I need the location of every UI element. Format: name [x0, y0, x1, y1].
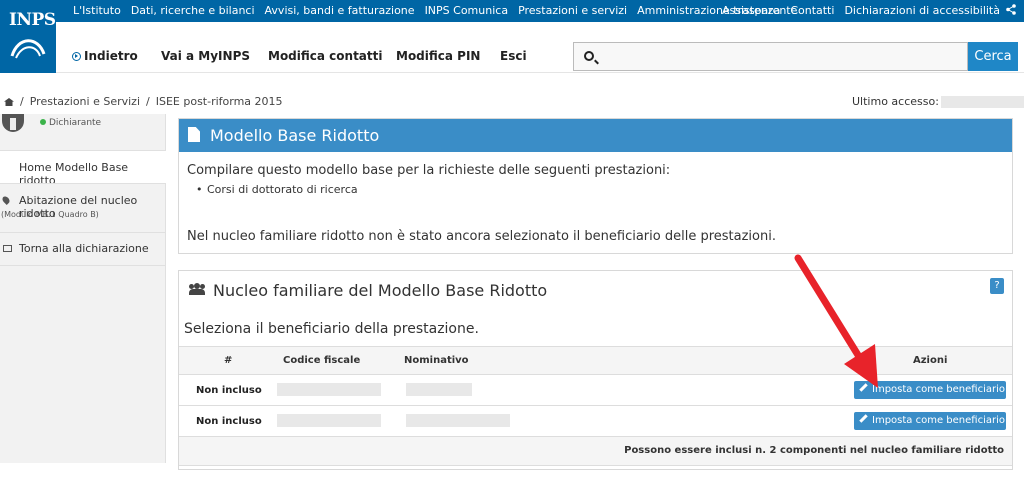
footnote-text: Possono essere inclusi n. 2 componenti n…: [624, 445, 1004, 456]
users-icon: [189, 283, 205, 295]
sidebar-item-sublabel: (Modulo MB.1 Quadro B): [1, 210, 99, 219]
panel-title: Modello Base Ridotto: [210, 126, 380, 145]
column-header: Codice fiscale: [283, 355, 361, 366]
panel-header: Modello Base Ridotto: [179, 119, 1012, 152]
breadcrumb-prestazioni[interactable]: Prestazioni e Servizi: [30, 95, 140, 108]
sidebar-item-label: Torna alla dichiarazione: [19, 242, 149, 255]
table-header: # Codice fiscale Nominativo Azioni: [179, 346, 1012, 375]
toplink-prestazioni[interactable]: Prestazioni e servizi: [518, 4, 627, 17]
logo-text: INPS: [9, 10, 56, 30]
table-row: Non incluso Imposta come beneficiario: [179, 375, 1012, 406]
nav-myinps-link[interactable]: Vai a MyINPS: [161, 49, 250, 63]
search-input[interactable]: [602, 47, 957, 66]
nav-exit-link[interactable]: Esci: [500, 49, 527, 63]
search-icon: [584, 51, 594, 61]
back-circle-icon: [72, 52, 81, 61]
column-header: #: [224, 355, 233, 366]
beneficiary-note: Nel nucleo familiare ridotto non è stato…: [187, 229, 776, 244]
nav-back-label: Indietro: [84, 49, 138, 63]
nav-pin-link[interactable]: Modifica PIN: [396, 49, 480, 63]
toplink-comunica[interactable]: INPS Comunica: [425, 4, 509, 17]
table-row: Non incluso Imposta come beneficiario: [179, 406, 1012, 437]
document-icon: [188, 127, 200, 142]
panel-subtitle: Seleziona il beneficiario della prestazi…: [184, 321, 479, 337]
prestazione-item: Corsi di dottorato di ricerca: [196, 183, 358, 196]
role-label: Dichiarante: [49, 118, 102, 128]
nominativo-redacted: [406, 414, 510, 427]
modello-base-panel: Modello Base Ridotto Compilare questo mo…: [178, 118, 1013, 254]
search-button[interactable]: Cerca: [968, 42, 1018, 71]
toplink-istituto[interactable]: L'Istituto: [73, 4, 121, 17]
status-dot-icon: [40, 119, 46, 125]
logo-emblem-icon: [10, 39, 46, 59]
map-marker-icon: [1, 195, 11, 205]
sign-out-icon: [3, 245, 12, 252]
panel-title: Nucleo familiare del Modello Base Ridott…: [213, 281, 548, 300]
search-box: [573, 42, 968, 71]
sidebar-item-torna[interactable]: Torna alla dichiarazione: [0, 232, 166, 266]
button-label: Imposta come beneficiario: [872, 384, 1005, 395]
table-footnote: Possono essere inclusi n. 2 componenti n…: [179, 437, 1012, 466]
codice-fiscale-redacted: [277, 383, 381, 396]
toplink-dati[interactable]: Dati, ricerche e bilanci: [131, 4, 255, 17]
intro-text: Compilare questo modello base per la ric…: [187, 163, 671, 178]
codice-fiscale-redacted: [277, 414, 381, 427]
column-header: Nominativo: [404, 355, 469, 366]
share-icon[interactable]: [1006, 4, 1016, 18]
sidebar-item-abitazione[interactable]: Abitazione del nucleo ridotto (Modulo MB…: [0, 183, 166, 232]
last-access: Ultimo accesso:: [852, 95, 1024, 108]
set-beneficiary-button[interactable]: Imposta come beneficiario: [854, 381, 1006, 399]
wrench-icon: [859, 414, 868, 423]
nucleo-familiare-panel: Nucleo familiare del Modello Base Ridott…: [178, 270, 1013, 470]
help-button[interactable]: ?: [990, 278, 1004, 294]
avatar: [2, 114, 24, 132]
link-accessibilita[interactable]: Dichiarazioni di accessibilità: [844, 4, 1000, 17]
nav-back-button[interactable]: Indietro: [72, 49, 138, 63]
wrench-icon: [859, 383, 868, 392]
toplink-avvisi[interactable]: Avvisi, bandi e fatturazione: [265, 4, 415, 17]
link-assistenza[interactable]: Assistenza: [722, 4, 780, 17]
last-access-label: Ultimo accesso:: [852, 95, 939, 108]
inps-logo[interactable]: INPS: [0, 0, 56, 73]
link-contatti[interactable]: Contatti: [790, 4, 834, 17]
breadcrumb: / Prestazioni e Servizi / ISEE post-riforma…: [4, 95, 283, 108]
role-badge: Dichiarante: [40, 118, 101, 128]
top-links: L'Istituto Dati, ricerche e bilanci Avvi…: [73, 4, 797, 17]
right-links: Assistenza Contatti Dichiarazioni di acc…: [722, 4, 1000, 17]
home-icon[interactable]: [4, 98, 14, 106]
set-beneficiary-button[interactable]: Imposta come beneficiario: [854, 412, 1006, 430]
row-status: Non incluso: [196, 416, 262, 427]
row-status: Non incluso: [196, 385, 262, 396]
breadcrumb-isee: ISEE post-riforma 2015: [155, 95, 283, 108]
button-label: Imposta come beneficiario: [872, 415, 1005, 426]
sidebar-item-home[interactable]: Home Modello Base ridotto: [0, 150, 166, 187]
column-header: Azioni: [913, 355, 948, 366]
nav-contacts-link[interactable]: Modifica contatti: [268, 49, 383, 63]
sidebar: Dichiarante Home Modello Base ridotto Ab…: [0, 114, 166, 463]
nominativo-redacted: [406, 383, 472, 396]
last-access-redacted: [940, 96, 1024, 108]
